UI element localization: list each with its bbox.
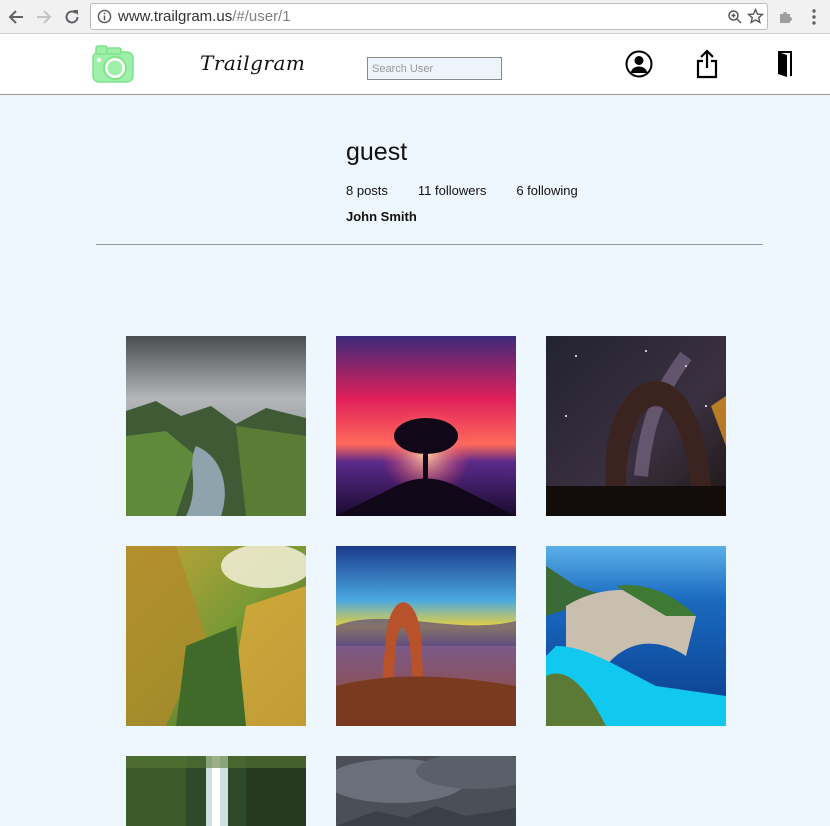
posts-count: 8 posts — [346, 183, 388, 198]
extensions-button[interactable] — [776, 7, 796, 27]
photo-tile[interactable] — [336, 336, 516, 516]
browser-menu-button[interactable] — [804, 7, 824, 27]
reload-icon — [65, 10, 79, 24]
profile-stats: 8 posts 11 followers 6 following — [346, 183, 608, 198]
profile-full-name: John Smith — [346, 209, 417, 224]
photo-tile[interactable] — [336, 546, 516, 726]
arrow-left-icon — [8, 10, 23, 24]
camera-logo-icon[interactable] — [91, 42, 135, 86]
upload-button[interactable] — [692, 48, 722, 80]
photo-tile[interactable] — [126, 756, 306, 826]
forward-button[interactable] — [34, 7, 54, 27]
address-bar[interactable]: www.trailgram.us/#/user/1 — [90, 3, 768, 30]
brand-name[interactable]: Trailgram — [200, 51, 305, 75]
photo-tile[interactable] — [336, 756, 516, 826]
following-count[interactable]: 6 following — [516, 183, 577, 198]
photo-tile[interactable] — [126, 336, 306, 516]
door-exit-icon — [778, 51, 792, 77]
photo-tile[interactable] — [126, 546, 306, 726]
profile-divider — [96, 244, 763, 245]
arrow-right-icon — [37, 10, 52, 24]
back-button[interactable] — [6, 7, 26, 27]
user-profile-icon — [625, 50, 653, 78]
browser-toolbar: www.trailgram.us/#/user/1 — [0, 0, 830, 34]
photo-tile[interactable] — [546, 546, 726, 726]
info-icon — [97, 9, 112, 24]
photo-tile[interactable] — [546, 336, 726, 516]
bookmark-star-icon[interactable] — [747, 8, 764, 25]
followers-count[interactable]: 11 followers — [418, 183, 486, 198]
puzzle-icon — [780, 12, 792, 23]
url-text: www.trailgram.us/#/user/1 — [118, 8, 291, 25]
zoom-icon[interactable] — [727, 9, 743, 25]
profile-username: guest — [346, 138, 408, 166]
reload-button[interactable] — [62, 7, 82, 27]
profile-button[interactable] — [624, 48, 654, 80]
more-vertical-icon — [812, 9, 816, 25]
logout-button[interactable] — [769, 48, 799, 80]
share-upload-icon — [696, 49, 718, 79]
app-header: Trailgram — [0, 34, 830, 95]
search-user-input[interactable] — [367, 57, 502, 80]
